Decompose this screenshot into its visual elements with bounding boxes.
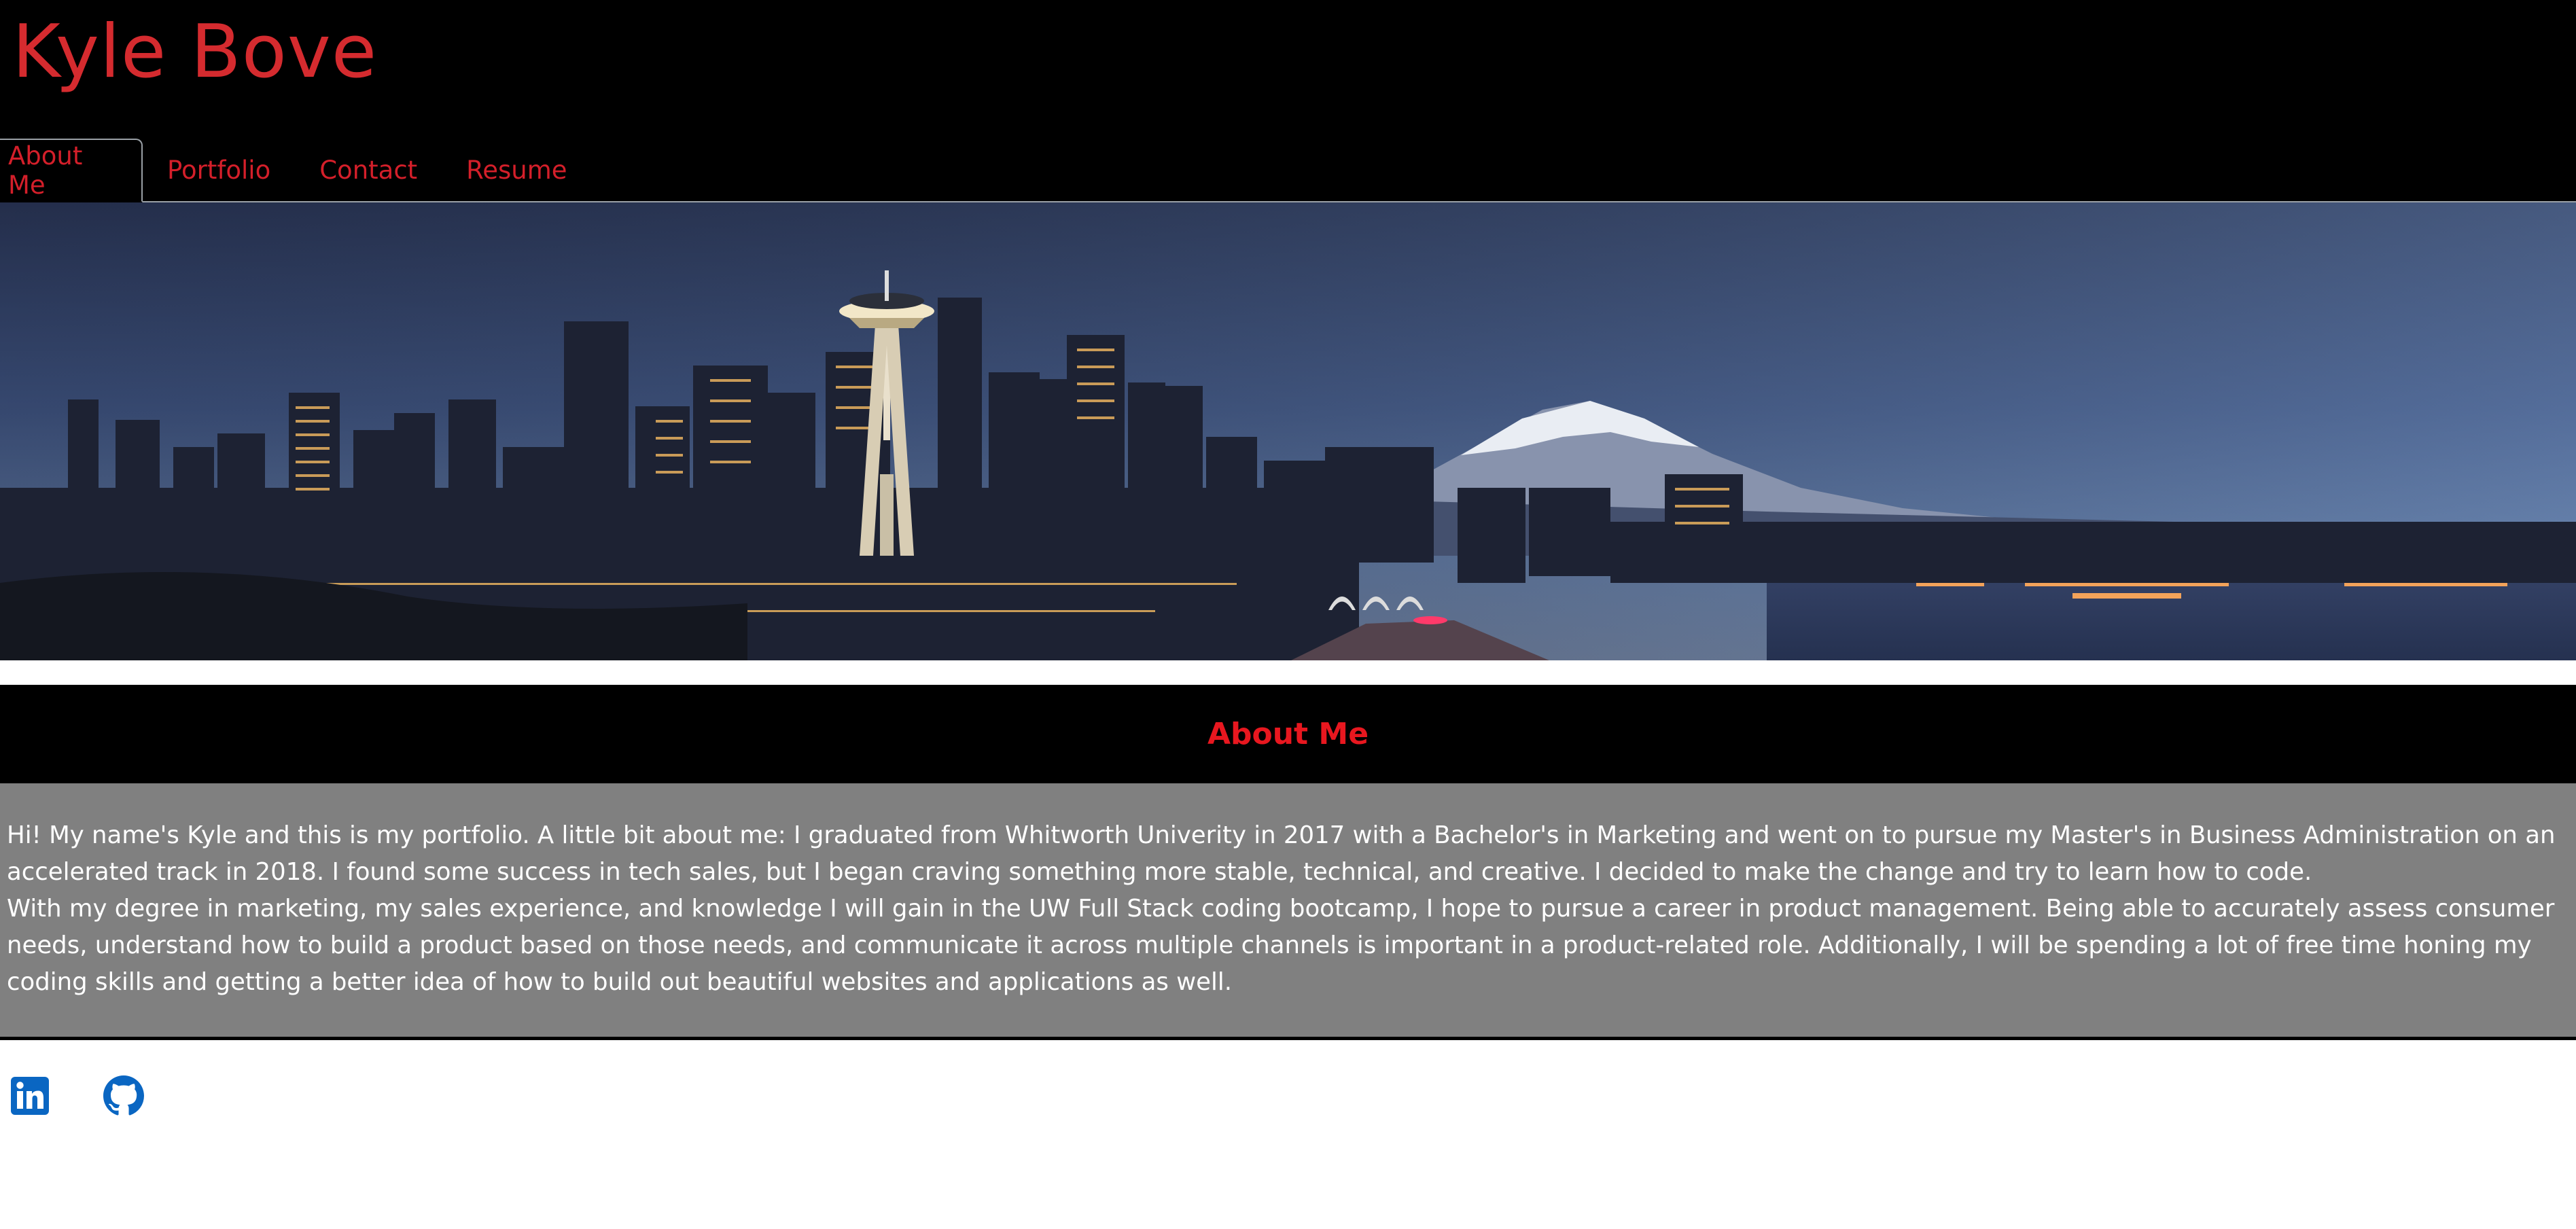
about-heading-bar: About Me: [0, 685, 2576, 783]
about-paragraph: Hi! My name's Kyle and this is my portfo…: [7, 821, 2556, 886]
tab-resume[interactable]: Resume: [442, 139, 591, 201]
tab-contact[interactable]: Contact: [295, 139, 442, 201]
skyline-image: [0, 202, 2576, 660]
tab-about-me[interactable]: About Me: [0, 139, 143, 202]
github-icon: [103, 1075, 144, 1116]
linkedin-icon: [11, 1077, 49, 1115]
about-paragraph: With my degree in marketing, my sales ex…: [7, 895, 2555, 996]
site-title: Kyle Bove: [12, 10, 378, 94]
about-heading: About Me: [1207, 717, 1369, 751]
seattle-skyline-banner: [0, 202, 2576, 660]
social-links: [0, 1040, 2576, 1116]
main-nav: About Me Portfolio Contact Resume: [0, 139, 2576, 202]
linkedin-link[interactable]: [10, 1075, 50, 1116]
github-link[interactable]: [103, 1075, 144, 1116]
about-content: Hi! My name's Kyle and this is my portfo…: [0, 783, 2576, 1040]
site-header: Kyle Bove About Me Portfolio Contact Res…: [0, 0, 2576, 202]
tab-portfolio[interactable]: Portfolio: [143, 139, 295, 201]
